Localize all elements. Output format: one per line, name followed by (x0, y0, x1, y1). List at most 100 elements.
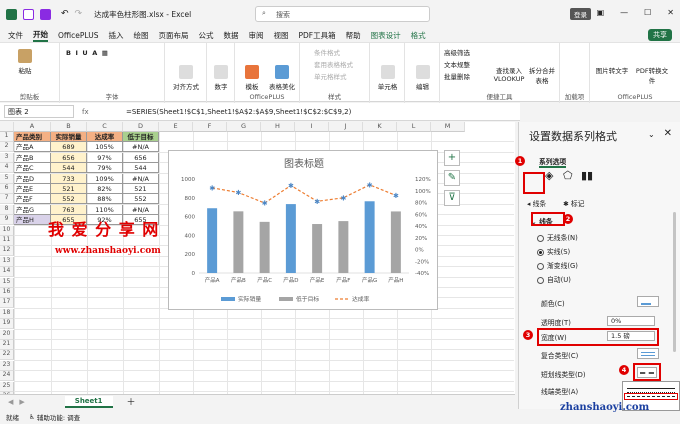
table-cell[interactable]: #N/A (123, 204, 159, 215)
row-header[interactable]: 22 (0, 350, 14, 361)
redo-icon[interactable]: ↷ (75, 9, 83, 19)
table-cell[interactable]: 109% (87, 173, 123, 184)
row-header[interactable]: 9 (0, 215, 14, 226)
column-header[interactable]: E (159, 122, 193, 132)
menu-item[interactable]: 审阅 (248, 30, 263, 41)
close-icon[interactable]: ✕ (667, 8, 674, 17)
row-header[interactable]: 10 (0, 225, 14, 236)
menu-item[interactable]: 帮助 (346, 30, 361, 41)
radio-solid-line[interactable]: 实线(S) (537, 246, 570, 256)
column-header[interactable]: L (397, 122, 431, 132)
menu-item[interactable]: 文件 (8, 30, 23, 41)
fill-line-tab-icon[interactable]: ◈ (545, 169, 553, 182)
cells-button[interactable]: 单元格 (372, 65, 403, 91)
column-header[interactable]: B (51, 122, 87, 132)
marker-subtab[interactable]: ✱ 标记 (563, 198, 584, 208)
radio-no-line[interactable]: 无线条(N) (537, 232, 578, 242)
table-cell[interactable]: 产品B (14, 152, 51, 163)
beautify-button[interactable]: 表格美化 (267, 65, 297, 91)
chart-styles-button[interactable]: ✎ (444, 170, 460, 186)
edit-button[interactable]: 编辑 (407, 65, 438, 91)
menu-item[interactable]: 格式 (411, 30, 426, 41)
column-header[interactable]: I (295, 122, 329, 132)
radio-gradient-line[interactable]: 渐变线(G) (537, 260, 578, 270)
table-cell[interactable]: 656 (51, 152, 87, 163)
select-all-corner[interactable] (0, 122, 14, 132)
row-header[interactable]: 17 (0, 298, 14, 309)
template-button[interactable]: 模板 (239, 65, 265, 91)
row-header[interactable]: 3 (0, 152, 14, 163)
chart-container[interactable]: 图表标题 1000 800 600 400 200 0 120% 100% 80% 60% 40% 20… (168, 150, 438, 310)
next-sheet-icon[interactable]: ▶ (19, 398, 24, 406)
row-header[interactable]: 2 (0, 142, 14, 153)
row-header[interactable]: 21 (0, 340, 14, 350)
font-controls[interactable]: B I U A ▦ (66, 49, 156, 57)
menu-item[interactable]: 开始 (33, 29, 48, 42)
menu-item[interactable]: 插入 (108, 30, 123, 41)
autosave-icon[interactable] (23, 8, 34, 20)
table-cell[interactable]: 521 (51, 184, 87, 194)
column-header[interactable]: J (329, 122, 363, 132)
split-merge-button[interactable]: 拆分合并表格 (526, 65, 558, 85)
column-header[interactable]: M (431, 122, 465, 132)
row-header[interactable]: 8 (0, 204, 14, 215)
lookup-button[interactable]: 查找录入 VLOOKUP (492, 65, 526, 83)
table-cell[interactable]: 产品F (14, 194, 51, 205)
number-button[interactable]: 数字 (209, 65, 233, 91)
column-header[interactable]: D (123, 122, 159, 132)
row-header[interactable]: 5 (0, 173, 14, 184)
menu-item[interactable]: 页面布局 (158, 30, 188, 41)
table-cell[interactable]: #N/A (123, 173, 159, 184)
row-header[interactable]: 15 (0, 277, 14, 288)
table-cell[interactable]: 733 (51, 173, 87, 184)
row-header[interactable]: 6 (0, 184, 14, 194)
table-cell[interactable]: 产品A (14, 142, 51, 153)
table-cell[interactable]: 产品C (14, 163, 51, 174)
dash-option-solid[interactable] (627, 388, 675, 389)
table-cell[interactable]: 产品H (14, 215, 51, 226)
series-options-icon[interactable]: ▮▮ (581, 169, 593, 182)
transparency-input[interactable]: 0% (607, 316, 655, 326)
table-cell[interactable]: 544 (51, 163, 87, 174)
chart-elements-button[interactable]: + (444, 150, 460, 166)
table-cell[interactable]: 88% (87, 194, 123, 205)
table-cell[interactable]: 110% (87, 204, 123, 215)
table-cell[interactable]: 达成率 (87, 132, 123, 142)
table-cell[interactable]: 552 (123, 194, 159, 205)
table-cell[interactable]: 97% (87, 152, 123, 163)
menu-item[interactable]: 绘图 (133, 30, 148, 41)
table-cell[interactable]: 656 (123, 152, 159, 163)
line-subtab[interactable]: ◂ 线条 (527, 198, 546, 208)
undo-icon[interactable]: ↶ (61, 9, 69, 19)
row-header[interactable]: 19 (0, 319, 14, 330)
menu-item[interactable]: 视图 (273, 30, 288, 41)
row-header[interactable]: 14 (0, 267, 14, 278)
table-cell[interactable]: 763 (51, 204, 87, 215)
row-header[interactable]: 20 (0, 329, 14, 340)
ribbon-display-icon[interactable]: ▣ (597, 8, 605, 17)
menu-item[interactable]: 公式 (198, 30, 213, 41)
table-cell[interactable]: 521 (123, 184, 159, 194)
formula-input[interactable]: =SERIES(Sheet1!$C$1,Sheet1!$A$2:$A$9,She… (126, 108, 351, 116)
row-header[interactable]: 13 (0, 256, 14, 267)
share-button[interactable]: 共享 (648, 29, 672, 41)
row-header[interactable]: 4 (0, 163, 14, 174)
table-cell[interactable]: 544 (123, 163, 159, 174)
row-header[interactable]: 16 (0, 288, 14, 298)
pdf-convert-button[interactable]: PDF转换文件 (634, 65, 670, 85)
column-header[interactable]: G (227, 122, 261, 132)
table-format-button[interactable]: 套用表格格式 (314, 59, 353, 69)
pane-scrollbar[interactable] (673, 212, 676, 352)
paste-button[interactable]: 粘贴 (10, 49, 40, 75)
column-header[interactable]: H (261, 122, 295, 132)
menu-item[interactable]: OfficePLUS (58, 31, 98, 40)
table-cell[interactable]: 产品类别 (14, 132, 51, 142)
row-header[interactable]: 1 (0, 132, 14, 142)
color-picker-button[interactable] (637, 296, 659, 307)
cond-format-button[interactable]: 条件格式 (314, 47, 340, 57)
save-icon[interactable] (40, 8, 51, 20)
close-pane-icon[interactable]: ✕ (664, 128, 672, 139)
chart-filter-button[interactable]: ⊽ (444, 190, 460, 206)
pane-options-chevron-icon[interactable]: ⌄ (648, 130, 655, 139)
column-header[interactable]: C (87, 122, 123, 132)
